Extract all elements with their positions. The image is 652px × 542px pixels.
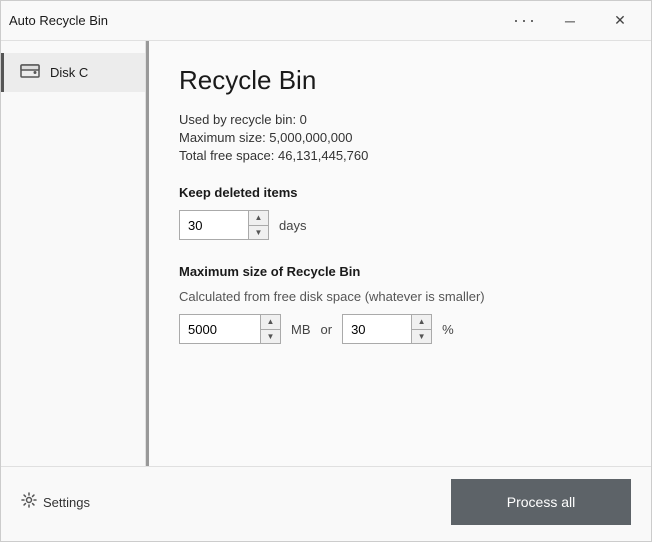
max-size-label: Maximum size of Recycle Bin: [179, 264, 621, 279]
keep-deleted-section: Keep deleted items ▲ ▼ days: [179, 185, 621, 240]
mb-unit: MB: [291, 322, 311, 337]
title-bar-left: Auto Recycle Bin: [9, 13, 108, 28]
keep-days-input[interactable]: [180, 211, 248, 239]
settings-gear-icon: [21, 492, 37, 512]
percent-unit: %: [442, 322, 454, 337]
mb-spinner[interactable]: ▲ ▼: [179, 314, 281, 344]
sidebar-item-label: Disk C: [50, 65, 88, 80]
percent-down-button[interactable]: ▼: [412, 330, 431, 344]
more-options-icon[interactable]: ···: [507, 10, 543, 31]
keep-days-spinner[interactable]: ▲ ▼: [179, 210, 269, 240]
footer: Settings Process all: [1, 466, 651, 541]
max-size-desc: Calculated from free disk space (whateve…: [179, 289, 621, 304]
total-free-space-info: Total free space: 46,131,445,760: [179, 148, 621, 163]
keep-days-up-button[interactable]: ▲: [249, 211, 268, 226]
maximum-size-info: Maximum size: 5,000,000,000: [179, 130, 621, 145]
used-by-recycle-bin: Used by recycle bin: 0: [179, 112, 621, 127]
mb-up-button[interactable]: ▲: [261, 315, 280, 330]
keep-days-arrows: ▲ ▼: [248, 211, 268, 239]
sidebar: Disk C: [1, 41, 146, 466]
percent-up-button[interactable]: ▲: [412, 315, 431, 330]
settings-link[interactable]: Settings: [21, 492, 90, 512]
mb-input[interactable]: [180, 315, 260, 343]
percent-input[interactable]: [343, 315, 411, 343]
settings-label: Settings: [43, 495, 90, 510]
close-button[interactable]: ✕: [597, 5, 643, 37]
disk-icon: [20, 61, 40, 84]
title-bar: Auto Recycle Bin ··· ─ ✕: [1, 1, 651, 41]
sidebar-item-disk-c[interactable]: Disk C: [1, 53, 145, 92]
mb-down-button[interactable]: ▼: [261, 330, 280, 344]
keep-days-unit: days: [279, 218, 306, 233]
main-content: Disk C Recycle Bin Used by recycle bin: …: [1, 41, 651, 466]
app-window: Auto Recycle Bin ··· ─ ✕ Disk C: [0, 0, 652, 542]
keep-days-down-button[interactable]: ▼: [249, 226, 268, 240]
minimize-button[interactable]: ─: [547, 5, 593, 37]
max-size-row: ▲ ▼ MB or ▲ ▼ %: [179, 314, 621, 344]
keep-deleted-label: Keep deleted items: [179, 185, 621, 200]
content-area: Recycle Bin Used by recycle bin: 0 Maxim…: [149, 41, 651, 466]
percent-spinner[interactable]: ▲ ▼: [342, 314, 432, 344]
max-size-section: Maximum size of Recycle Bin Calculated f…: [179, 264, 621, 344]
page-heading: Recycle Bin: [179, 65, 621, 96]
title-bar-controls: ··· ─ ✕: [507, 5, 643, 37]
keep-days-row: ▲ ▼ days: [179, 210, 621, 240]
process-all-button[interactable]: Process all: [451, 479, 631, 525]
percent-arrows: ▲ ▼: [411, 315, 431, 343]
app-title: Auto Recycle Bin: [9, 13, 108, 28]
mb-arrows: ▲ ▼: [260, 315, 280, 343]
or-label: or: [321, 322, 333, 337]
